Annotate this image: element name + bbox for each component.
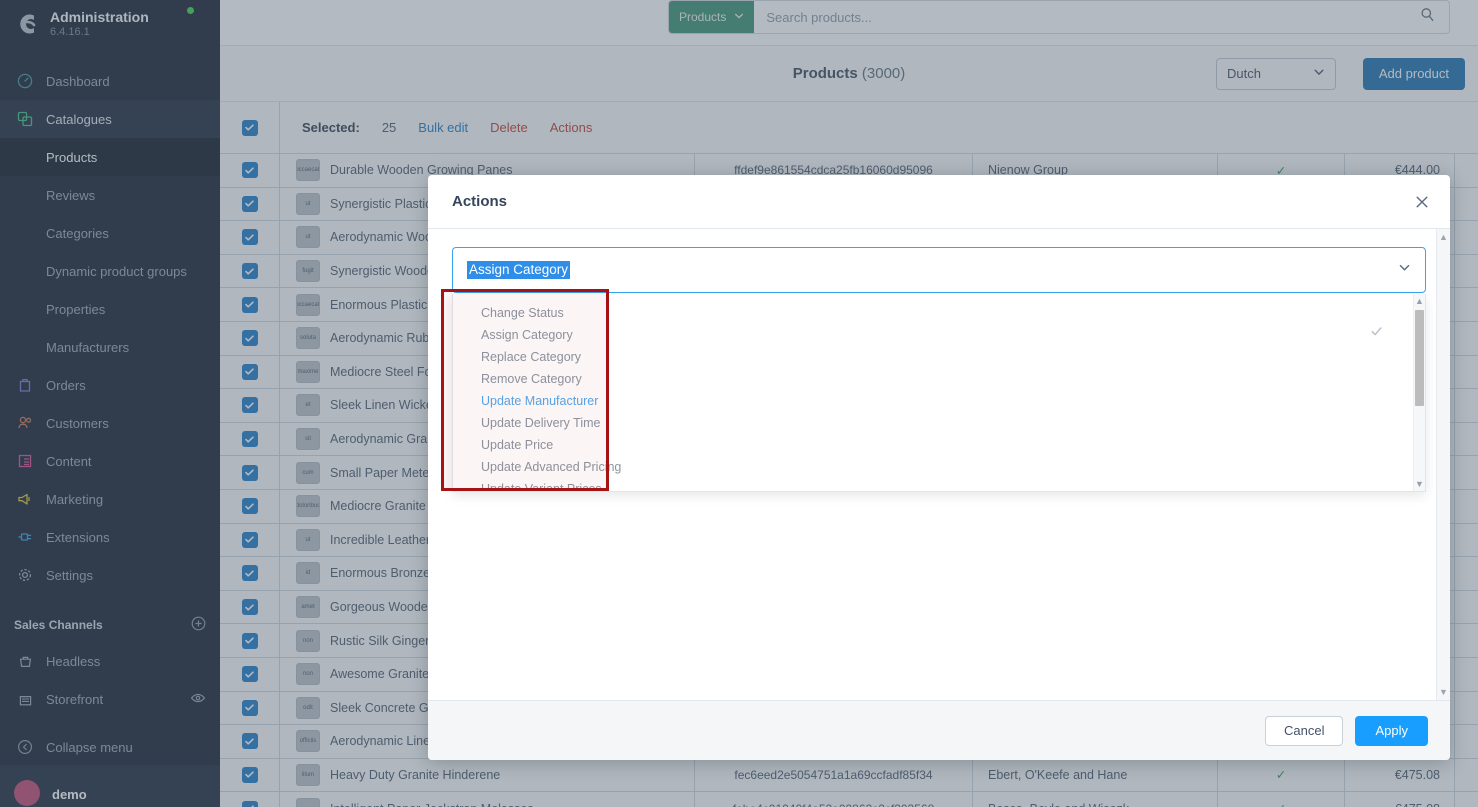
action-select-wrapper: Assign Category Change Status Assign Cate… bbox=[452, 247, 1426, 492]
dropdown-option[interactable]: Change Status bbox=[453, 302, 1425, 324]
dropdown-option[interactable]: Update Manufacturer bbox=[453, 390, 1425, 412]
chevron-down-icon bbox=[1398, 261, 1411, 279]
dropdown-option[interactable]: Assign Category bbox=[453, 324, 1425, 346]
modal-header: Actions bbox=[428, 175, 1450, 229]
apply-button[interactable]: Apply bbox=[1355, 715, 1428, 746]
caret-up-icon[interactable]: ▲ bbox=[1415, 294, 1424, 308]
caret-up-icon[interactable]: ▲ bbox=[1439, 229, 1448, 245]
close-icon[interactable] bbox=[1410, 190, 1434, 214]
dropdown-option[interactable]: Replace Category bbox=[453, 346, 1425, 368]
caret-down-icon[interactable]: ▼ bbox=[1415, 477, 1424, 491]
modal-footer: Cancel Apply bbox=[428, 700, 1450, 760]
dropdown-option[interactable]: Update Price bbox=[453, 434, 1425, 456]
action-dropdown-panel[interactable]: Change Status Assign Category Replace Cate… bbox=[452, 294, 1426, 492]
modal-body: Assign Category Change Status Assign Cate… bbox=[428, 229, 1450, 700]
dropdown-option[interactable]: Remove Category bbox=[453, 368, 1425, 390]
caret-down-icon[interactable]: ▼ bbox=[1439, 684, 1448, 700]
actions-modal: Actions Assign Category Change Status Ass… bbox=[428, 175, 1450, 760]
cancel-button[interactable]: Cancel bbox=[1265, 715, 1344, 746]
dropdown-option[interactable]: Update Delivery Time bbox=[453, 412, 1425, 434]
modal-scrollbar[interactable]: ▲ ▼ bbox=[1436, 229, 1450, 700]
action-select-field[interactable]: Assign Category bbox=[452, 247, 1426, 293]
modal-title: Actions bbox=[452, 193, 508, 210]
dropdown-scrollbar[interactable]: ▲ ▼ bbox=[1413, 294, 1425, 491]
check-icon bbox=[1370, 325, 1383, 341]
action-select-value: Assign Category bbox=[467, 260, 571, 280]
dropdown-scrollbar-thumb[interactable] bbox=[1415, 310, 1424, 406]
dropdown-option[interactable]: Update Advanced Pricing bbox=[453, 456, 1425, 478]
dropdown-option[interactable]: Update Variant Prices bbox=[453, 478, 1425, 491]
action-dropdown-list: Change Status Assign Category Replace Cate… bbox=[453, 294, 1425, 491]
